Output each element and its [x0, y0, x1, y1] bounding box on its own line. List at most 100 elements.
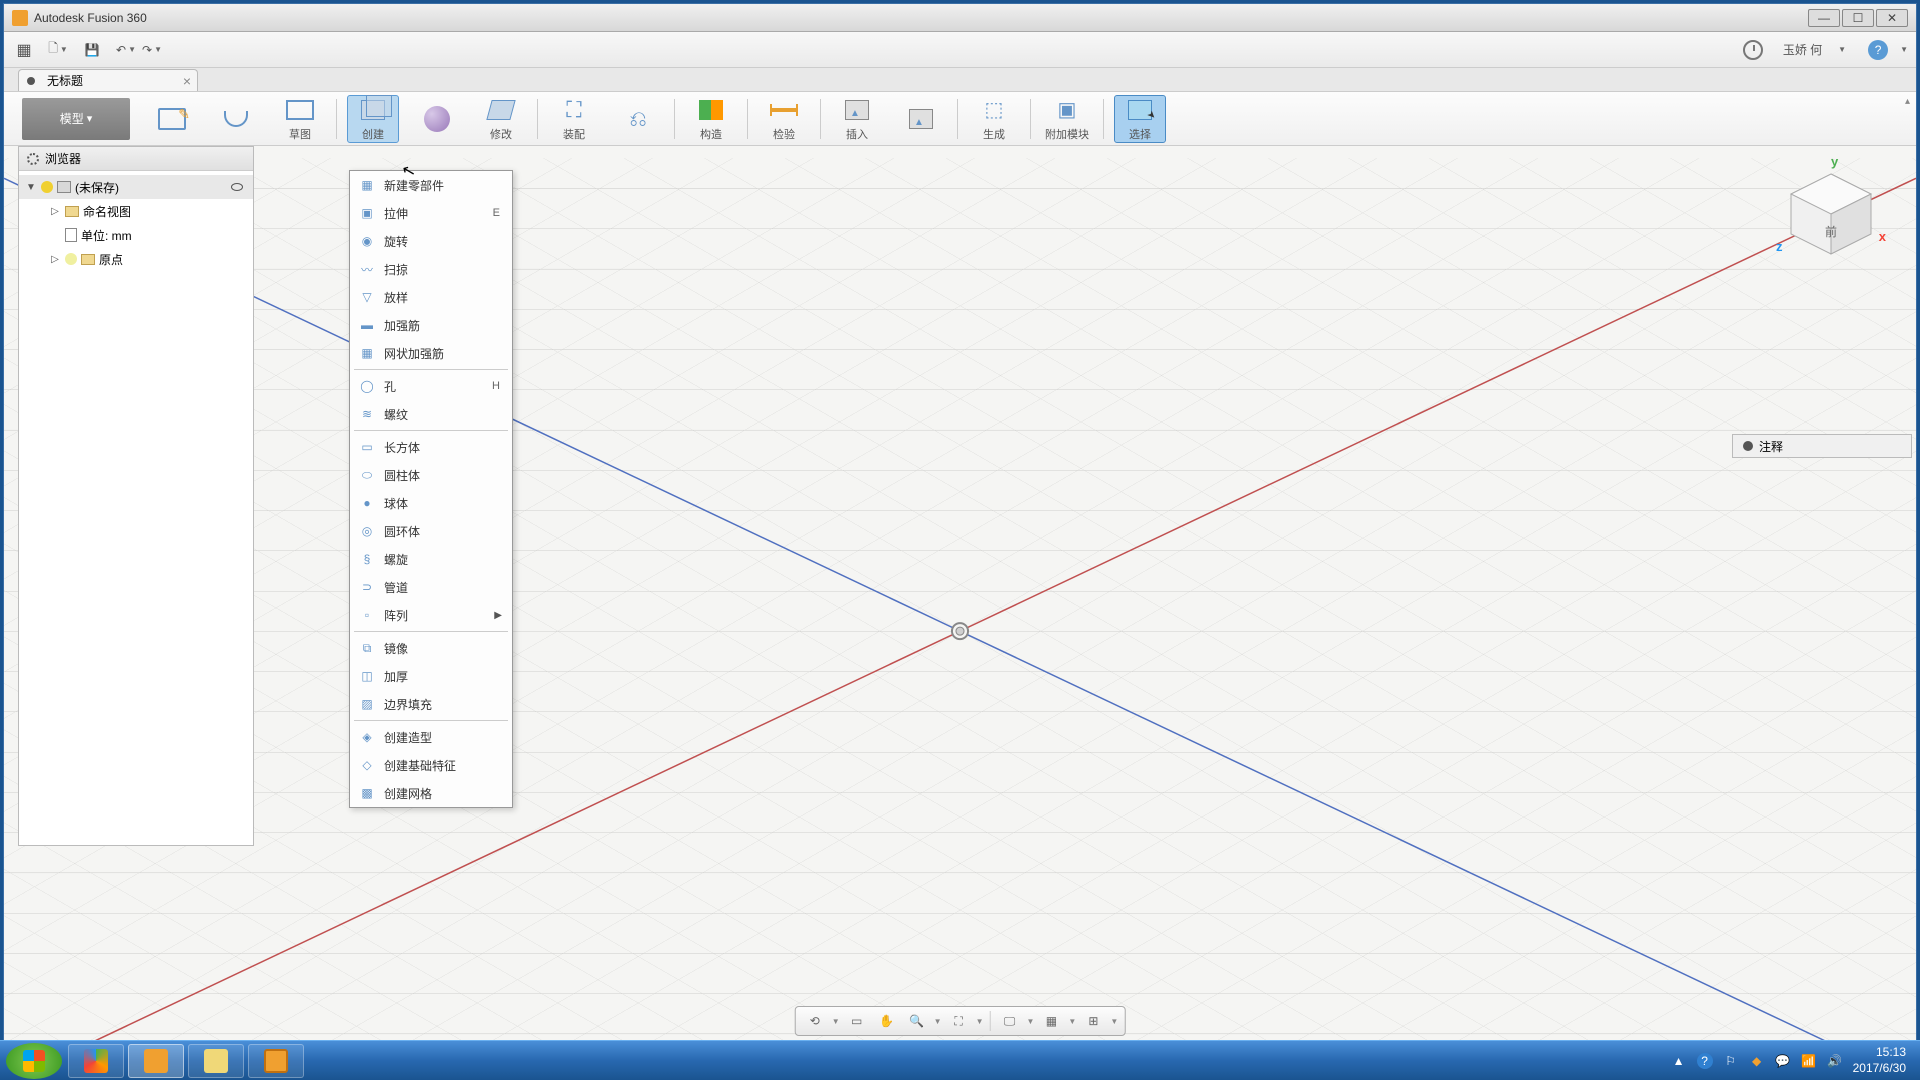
browser-units[interactable]: 单位: mm	[19, 223, 253, 247]
visibility-icon[interactable]	[65, 253, 77, 265]
menu-item-label: 网状加强筋	[384, 345, 504, 362]
menu-item-3[interactable]: 〰扫掠	[350, 255, 512, 283]
menu-item-icon: ●	[358, 495, 376, 511]
sphere-tool[interactable]	[411, 95, 463, 143]
decal-tool[interactable]	[895, 95, 947, 143]
orbit-button[interactable]: ⟲	[802, 1010, 828, 1032]
menu-item-icon: ◉	[358, 233, 376, 249]
look-at-button[interactable]: ▭	[844, 1010, 870, 1032]
viewcube-face: 前	[1825, 224, 1837, 239]
browser-title: 浏览器	[45, 150, 81, 167]
axis-y-label: y	[1831, 154, 1838, 169]
ribbon-scroll-icon[interactable]: ▴	[1905, 96, 1910, 107]
inspect-menu[interactable]: 检验	[758, 95, 810, 143]
quick-access-toolbar: ▦ 🗋▼ 💾 ↶▼ ↷▼ 玉娇 何▼ ?▼	[4, 32, 1916, 68]
close-button[interactable]: ✕	[1876, 9, 1908, 27]
menu-item-21[interactable]: ▩创建网格	[350, 779, 512, 807]
taskbar-app-1[interactable]	[68, 1044, 124, 1078]
menu-item-19[interactable]: ◈创建造型	[350, 723, 512, 751]
file-menu-button[interactable]: 🗋▼	[46, 38, 70, 62]
undo-button[interactable]: ↶▼	[114, 38, 138, 62]
display-settings-button[interactable]: 🖵	[997, 1010, 1023, 1032]
browser-header[interactable]: 浏览器	[19, 147, 253, 171]
3d-canvas[interactable]	[4, 146, 1916, 1076]
rectangle-tool[interactable]: 草图	[274, 95, 326, 143]
menu-item-label: 镜像	[384, 640, 504, 657]
tray-help-icon[interactable]: ?	[1697, 1053, 1713, 1069]
tray-network-icon[interactable]: 📶	[1801, 1053, 1817, 1069]
menu-item-13[interactable]: §螺旋	[350, 545, 512, 573]
user-name[interactable]: 玉娇 何	[1783, 41, 1822, 58]
sketch-tool[interactable]	[146, 95, 198, 143]
assemble-menu[interactable]: ⛶装配	[548, 95, 600, 143]
arc-tool[interactable]	[210, 95, 262, 143]
document-tab[interactable]: 无标题 ×	[18, 69, 198, 91]
tray-volume-icon[interactable]: 🔊	[1827, 1053, 1843, 1069]
taskbar-app-2[interactable]	[248, 1044, 304, 1078]
save-button[interactable]: 💾	[80, 38, 104, 62]
browser-root-node[interactable]: ▼ (未保存)	[19, 175, 253, 199]
browser-settings-icon[interactable]	[27, 153, 39, 165]
comments-panel-handle[interactable]: 注释	[1732, 434, 1912, 458]
menu-item-15[interactable]: ▫阵列▶	[350, 601, 512, 629]
menu-item-2[interactable]: ◉旋转	[350, 227, 512, 255]
tray-flag-icon[interactable]: ⚐	[1723, 1053, 1739, 1069]
tab-close-button[interactable]: ×	[183, 73, 191, 89]
menu-item-18[interactable]: ▨边界填充	[350, 690, 512, 718]
select-menu[interactable]: 选择	[1114, 95, 1166, 143]
viewport-button[interactable]: ⊞	[1080, 1010, 1106, 1032]
menu-item-1[interactable]: ▣拉伸E	[350, 199, 512, 227]
clock-date: 2017/6/30	[1853, 1061, 1906, 1077]
create-menu[interactable]: 创建	[347, 95, 399, 143]
menu-item-icon: ▨	[358, 696, 376, 712]
menu-item-0[interactable]: ▦新建零部件	[350, 171, 512, 199]
redo-button[interactable]: ↷▼	[140, 38, 164, 62]
fit-button[interactable]: ⛶	[946, 1010, 972, 1032]
taskbar-explorer[interactable]	[188, 1044, 244, 1078]
maximize-button[interactable]: ☐	[1842, 9, 1874, 27]
view-cube[interactable]: 前 y x z	[1776, 154, 1886, 264]
joint-tool[interactable]: ⎌	[612, 95, 664, 143]
menu-item-20[interactable]: ◇创建基础特征	[350, 751, 512, 779]
menu-item-7[interactable]: ◯孔H	[350, 372, 512, 400]
grid-settings-button[interactable]: ▦	[1038, 1010, 1064, 1032]
menu-item-10[interactable]: ⬭圆柱体	[350, 461, 512, 489]
menu-item-12[interactable]: ◎圆环体	[350, 517, 512, 545]
menu-item-icon: ◯	[358, 378, 376, 394]
minimize-button[interactable]: —	[1808, 9, 1840, 27]
menu-item-label: 加厚	[384, 668, 504, 685]
modify-menu[interactable]: 修改	[475, 95, 527, 143]
start-button[interactable]	[6, 1043, 62, 1079]
taskbar-fusion[interactable]	[128, 1044, 184, 1078]
job-status-icon[interactable]	[1743, 40, 1763, 60]
menu-item-5[interactable]: ▬加强筋	[350, 311, 512, 339]
visibility-icon[interactable]	[41, 181, 53, 193]
data-panel-button[interactable]: ▦	[12, 38, 36, 62]
taskbar-clock[interactable]: 15:13 2017/6/30	[1853, 1045, 1906, 1076]
menu-item-16[interactable]: ⧉镜像	[350, 634, 512, 662]
pan-button[interactable]: ✋	[874, 1010, 900, 1032]
menu-item-17[interactable]: ◫加厚	[350, 662, 512, 690]
activate-icon[interactable]	[231, 183, 243, 191]
browser-origin[interactable]: ▷ 原点	[19, 247, 253, 271]
insert-menu[interactable]: 插入	[831, 95, 883, 143]
tray-chat-icon[interactable]: 💬	[1775, 1053, 1791, 1069]
help-button[interactable]: ?	[1868, 40, 1888, 60]
tray-a360-icon[interactable]: ◆	[1749, 1053, 1765, 1069]
menu-item-8[interactable]: ≋螺纹	[350, 400, 512, 428]
menu-item-11[interactable]: ●球体	[350, 489, 512, 517]
addins-menu[interactable]: ▣附加模块	[1041, 95, 1093, 143]
menu-item-icon: ≋	[358, 406, 376, 422]
menu-item-4[interactable]: ▽放样	[350, 283, 512, 311]
expand-icon	[1743, 441, 1753, 451]
construct-menu[interactable]: 构造	[685, 95, 737, 143]
workspace-selector[interactable]: 模型 ▾	[22, 98, 130, 140]
menu-item-14[interactable]: ⊃管道	[350, 573, 512, 601]
menu-item-6[interactable]: ▦网状加强筋	[350, 339, 512, 367]
zoom-button[interactable]: 🔍	[904, 1010, 930, 1032]
menu-item-9[interactable]: ▭长方体	[350, 433, 512, 461]
browser-named-views[interactable]: ▷ 命名视图	[19, 199, 253, 223]
component-icon	[57, 181, 71, 193]
tray-up-icon[interactable]: ▲	[1671, 1053, 1687, 1069]
make-menu[interactable]: ⬚生成	[968, 95, 1020, 143]
